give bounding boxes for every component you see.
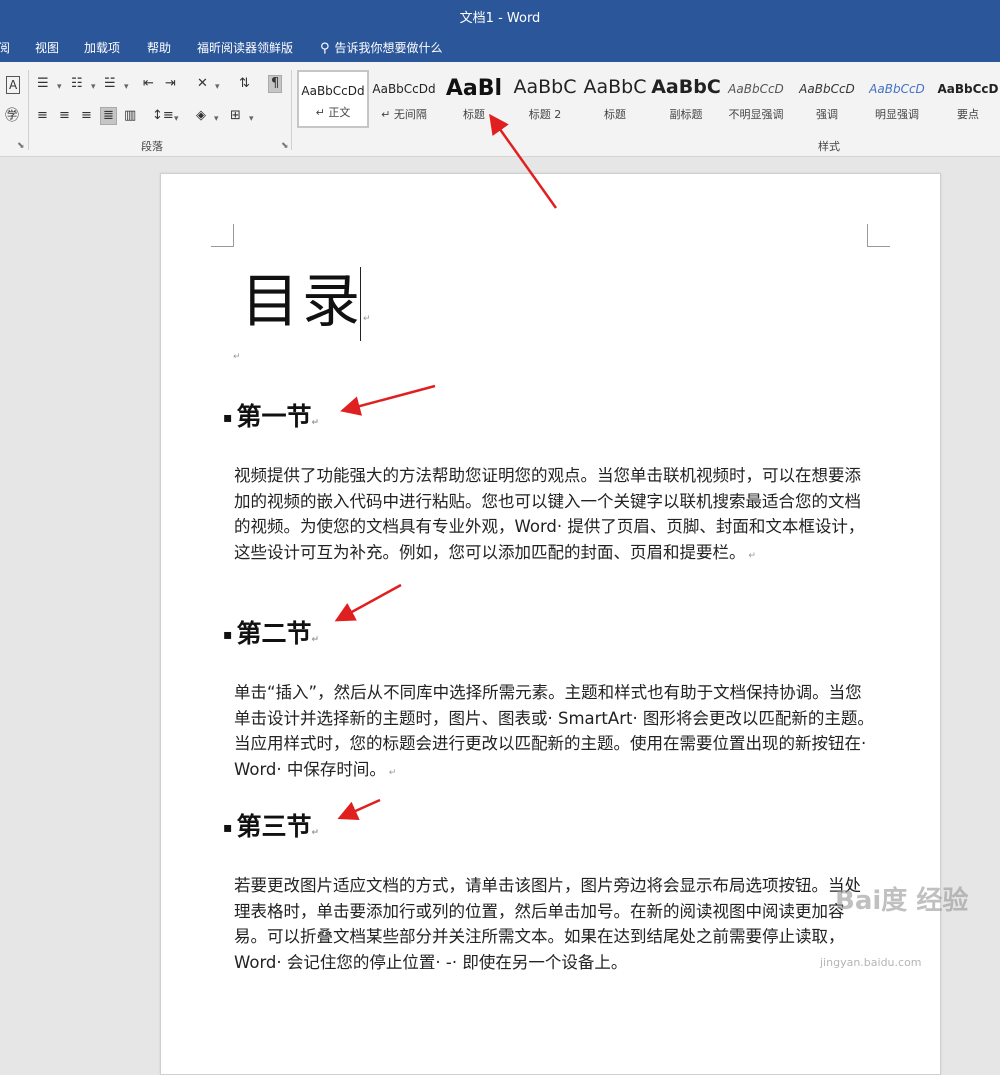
- arrow-to-section-1: [340, 384, 436, 416]
- arrow-to-section-2: [334, 583, 402, 622]
- watermark-url: jingyan.baidu.com: [820, 956, 922, 969]
- annotation-arrows: [334, 113, 558, 821]
- watermark-logo: Bai度 经验: [835, 886, 969, 916]
- arrow-to-heading-style: [489, 113, 558, 209]
- arrow-to-section-3: [337, 798, 381, 821]
